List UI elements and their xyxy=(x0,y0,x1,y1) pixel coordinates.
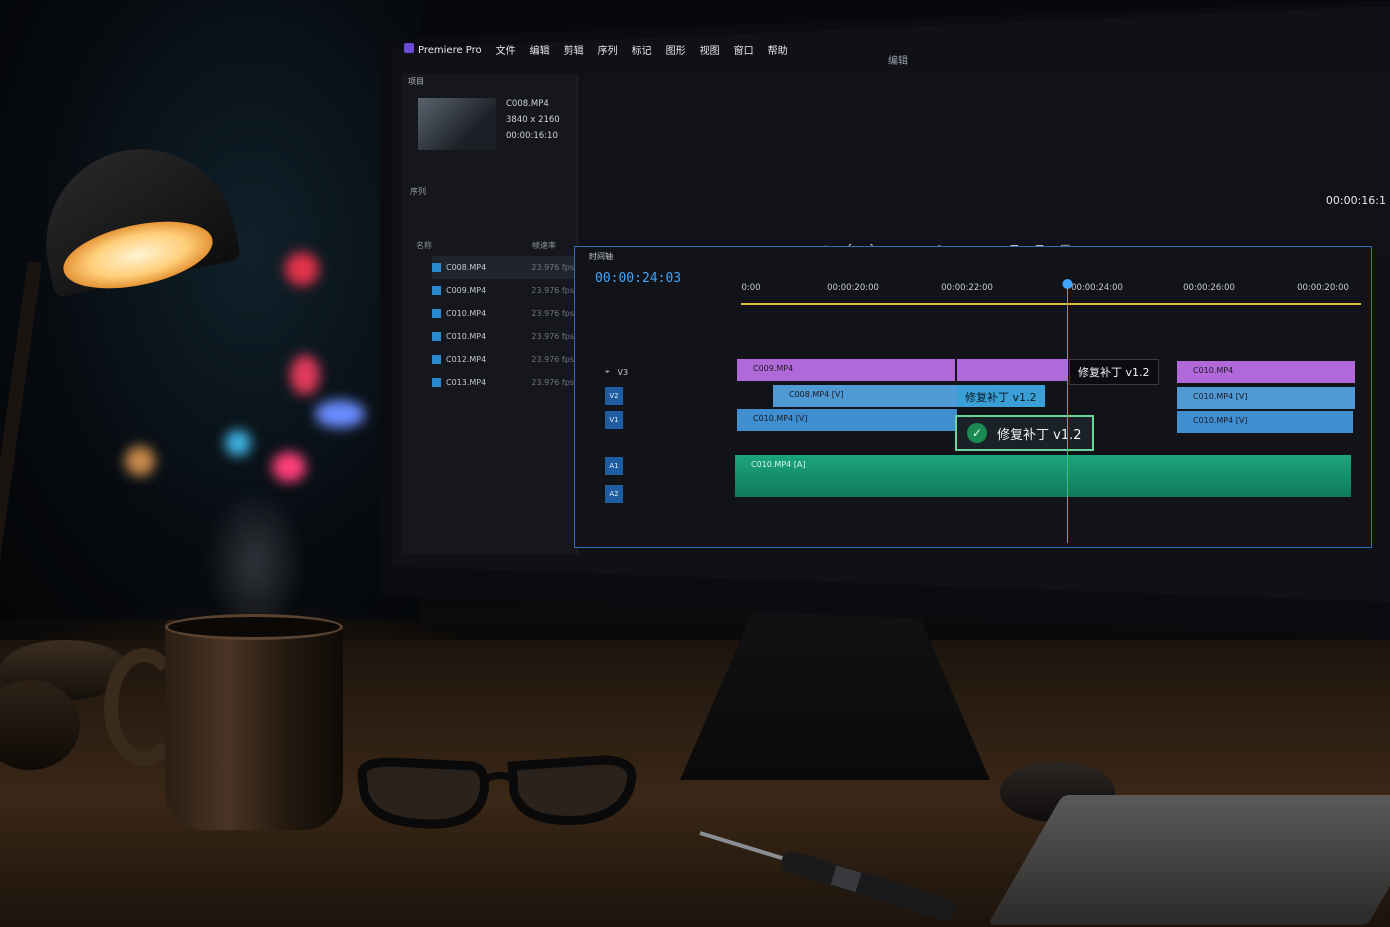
eyeglasses xyxy=(357,755,637,829)
list-item-fps: 23.976 fps xyxy=(531,332,574,341)
list-item-fps: 23.976 fps xyxy=(531,286,574,295)
list-item-name: C013.MP4 xyxy=(446,378,487,387)
audio-clip[interactable]: C010.MP4 [A] xyxy=(735,455,1351,497)
list-item-name: C012.MP4 xyxy=(446,355,487,364)
project-tab[interactable]: 项目 xyxy=(408,76,424,87)
time-ruler[interactable]: 0:00 00:00:20:00 00:00:22:00 00:00:24:00… xyxy=(741,283,1361,305)
list-item[interactable]: C008.MP4 23.976 fps xyxy=(432,256,578,279)
track-header-v2[interactable]: V2 xyxy=(605,385,735,407)
menu-view[interactable]: 视图 xyxy=(700,42,720,57)
program-monitor: 00:00:16:1 ⬥ { } ⇤ ◂ ▶ ▸ ⇥ ⊞ ⊟ ◫ xyxy=(582,66,1390,262)
menu-file[interactable]: 文件 xyxy=(496,42,516,57)
track-header-v3[interactable]: ⌖ V3 xyxy=(605,361,735,383)
menu-markers[interactable]: 标记 xyxy=(632,42,652,57)
label-color-swatch xyxy=(432,286,441,295)
timeline-clip[interactable]: C010.MP4 [V] xyxy=(737,409,957,431)
steam xyxy=(200,480,310,620)
bin-label: 序列 xyxy=(410,187,426,196)
premiere-logo-icon xyxy=(404,43,414,53)
clip-list: C008.MP4 23.976 fps C009.MP4 23.976 fps C0… xyxy=(432,256,578,394)
lock-icon[interactable]: ⌖ xyxy=(605,367,610,377)
list-item[interactable]: C012.MP4 23.976 fps xyxy=(432,348,578,371)
timeline-clip[interactable]: C009.MP4 xyxy=(737,359,955,381)
list-item[interactable]: C009.MP4 23.976 fps xyxy=(432,279,578,302)
track-target[interactable]: V2 xyxy=(605,387,623,405)
project-panel: 项目 C008.MP4 3840 x 2160 00:00:16:10 序列 名… xyxy=(402,74,578,554)
timeline-clip[interactable]: C010.MP4 [V] xyxy=(1177,387,1355,409)
check-icon: ✓ xyxy=(967,423,987,443)
bokeh-light xyxy=(290,355,320,395)
patch-card-label: 修复补丁 v1.2 xyxy=(997,427,1082,443)
ruler-tick: 00:00:20:00 xyxy=(827,283,879,293)
patch-clip[interactable]: 修复补丁 v1.2 xyxy=(957,385,1045,407)
menu-window[interactable]: 窗口 xyxy=(734,42,754,57)
timeline-clip[interactable] xyxy=(957,359,1067,381)
bokeh-light xyxy=(285,252,319,286)
playhead-handle[interactable] xyxy=(1062,279,1073,289)
premiere-app: Premiere Pro 文件 编辑 剪辑 序列 标记 图形 视图 窗口 帮助 … xyxy=(398,30,1390,590)
menu-graphics[interactable]: 图形 xyxy=(666,42,686,57)
ruler-tick: 00:00:24:00 xyxy=(1071,283,1123,293)
monitor-stand xyxy=(680,600,990,780)
track-target[interactable]: A1 xyxy=(605,457,623,475)
coffee-surface xyxy=(165,614,343,640)
track-label: V3 xyxy=(617,367,629,377)
menu-bar: Premiere Pro 文件 编辑 剪辑 序列 标记 图形 视图 窗口 帮助 xyxy=(404,42,788,57)
list-item-name: C008.MP4 xyxy=(446,263,487,272)
bokeh-light xyxy=(225,430,251,456)
menu-sequence[interactable]: 序列 xyxy=(598,42,618,57)
timeline-panel: 时间轴 00:00:24:03 0:00 00:00:20:00 00:00:2… xyxy=(574,246,1372,548)
clip-metadata: C008.MP4 3840 x 2160 00:00:16:10 xyxy=(506,96,560,144)
label-color-swatch xyxy=(432,355,441,364)
clip-thumbnail xyxy=(418,98,496,150)
ruler-tick: 00:00:26:00 xyxy=(1183,283,1235,293)
menu-help[interactable]: 帮助 xyxy=(768,42,788,57)
label-color-swatch xyxy=(432,263,441,272)
label-color-swatch xyxy=(432,309,441,318)
track-target[interactable]: A2 xyxy=(605,485,623,503)
label-color-swatch xyxy=(432,378,441,387)
timeline-clip[interactable]: C010.MP4 xyxy=(1177,361,1355,383)
list-item-fps: 23.976 fps xyxy=(531,263,574,272)
playhead-line[interactable] xyxy=(1067,283,1068,543)
clip-tooltip: 修复补丁 v1.2 xyxy=(1069,359,1159,385)
ruler-tick: 0:00 xyxy=(741,283,761,293)
track-header-a1[interactable]: A1 xyxy=(605,455,735,477)
program-timecode[interactable]: 00:00:16:1 xyxy=(1326,194,1386,207)
bokeh-light xyxy=(272,452,306,482)
timeline-clip[interactable]: C008.MP4 [V] xyxy=(773,385,957,407)
coffee-mug xyxy=(165,620,343,830)
timeline-clip[interactable]: C010.MP4 [V] xyxy=(1177,411,1353,433)
list-item-fps: 23.976 fps xyxy=(531,309,574,318)
timeline-timecode[interactable]: 00:00:24:03 xyxy=(595,271,681,286)
list-item[interactable]: C010.MP4 23.976 fps xyxy=(432,302,578,325)
list-item[interactable]: C010.MP4 23.976 fps xyxy=(432,325,578,348)
label-color-swatch xyxy=(432,332,441,341)
column-frame-rate[interactable]: 帧速率 xyxy=(532,240,556,251)
clip-name: C008.MP4 xyxy=(506,99,549,109)
track-header-a2[interactable]: A2 xyxy=(605,483,735,505)
patch-card[interactable]: ✓ 修复补丁 v1.2 xyxy=(955,415,1094,451)
list-item-name: C010.MP4 xyxy=(446,309,487,318)
track-target[interactable]: V1 xyxy=(605,411,623,429)
list-item-name: C010.MP4 xyxy=(446,332,487,341)
bokeh-light xyxy=(315,400,365,428)
sequence-tab[interactable]: 时间轴 xyxy=(589,251,613,262)
ruler-tick: 00:00:20:00 xyxy=(1297,283,1349,293)
track-header-v1[interactable]: V1 xyxy=(605,409,735,431)
list-item-name: C009.MP4 xyxy=(446,286,487,295)
column-name[interactable]: 名称 xyxy=(416,240,432,251)
menu-edit[interactable]: 编辑 xyxy=(530,42,550,57)
bokeh-light xyxy=(125,446,155,476)
list-item-fps: 23.976 fps xyxy=(531,355,574,364)
workspace-label[interactable]: 编辑 xyxy=(888,52,908,67)
app-title: Premiere Pro xyxy=(404,43,482,56)
menu-clip[interactable]: 剪辑 xyxy=(564,42,584,57)
list-item[interactable]: C013.MP4 23.976 fps xyxy=(432,371,578,394)
list-item-fps: 23.976 fps xyxy=(531,378,574,387)
clip-resolution: 3840 x 2160 xyxy=(506,115,560,125)
clip-duration: 00:00:16:10 xyxy=(506,131,558,141)
ruler-tick: 00:00:22:00 xyxy=(941,283,993,293)
